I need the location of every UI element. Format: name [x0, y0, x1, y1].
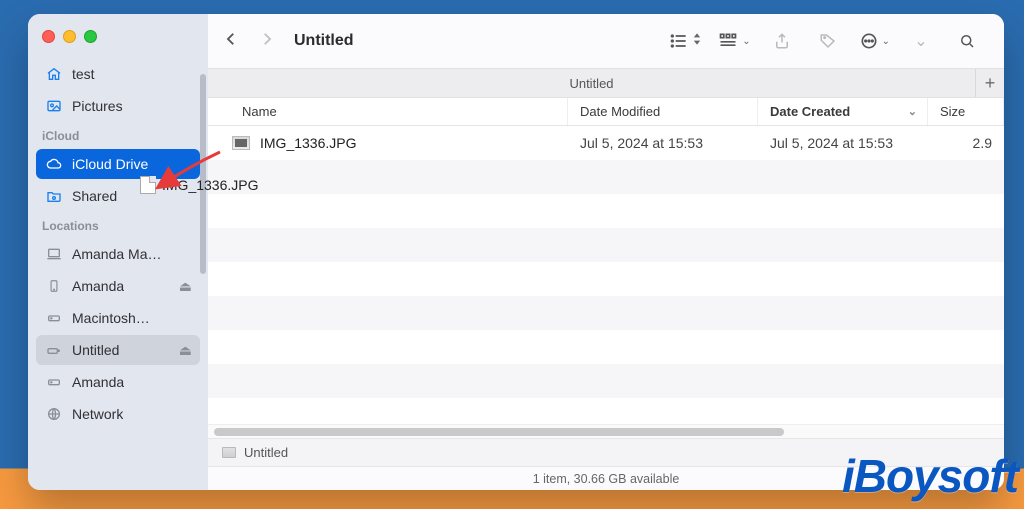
forward-button[interactable]	[258, 28, 276, 54]
sidebar-item-macintosh[interactable]: Macintosh…	[36, 303, 200, 333]
sidebar-item-label: Amanda	[72, 374, 124, 390]
back-button[interactable]	[222, 28, 240, 54]
file-date-created: Jul 5, 2024 at 15:53	[758, 135, 928, 151]
status-text: 1 item, 30.66 GB available	[533, 472, 680, 486]
sidebar-section-locations: Locations	[28, 213, 208, 237]
sidebar-item-icloud-drive[interactable]: iCloud Drive	[36, 149, 200, 179]
sidebar-item-label: Untitled	[72, 342, 119, 358]
nav-arrows	[222, 28, 276, 54]
column-label: Size	[940, 104, 965, 119]
column-label: Date Created	[770, 104, 850, 119]
shared-folder-icon	[44, 188, 64, 204]
group-by-button[interactable]: ⌄	[717, 31, 750, 51]
empty-row	[208, 296, 1004, 330]
empty-row	[208, 160, 1004, 194]
sidebar-item-label: iCloud Drive	[72, 156, 148, 172]
house-icon	[44, 66, 64, 82]
eject-icon[interactable]: ⏏	[179, 342, 192, 359]
column-date-modified[interactable]: Date Modified	[568, 98, 758, 125]
file-date-modified: Jul 5, 2024 at 15:53	[568, 135, 758, 151]
chevron-down-icon: ⌄	[882, 36, 890, 47]
sidebar: test Pictures iCloud iCloud Drive Shared…	[28, 14, 208, 490]
phone-icon	[44, 278, 64, 294]
sidebar-item-amanda-phone[interactable]: Amanda ⏏	[36, 271, 200, 301]
drive-icon	[222, 447, 236, 458]
tags-button[interactable]	[811, 28, 845, 54]
sidebar-section-icloud: iCloud	[28, 123, 208, 147]
sidebar-scrollbar[interactable]	[200, 74, 206, 274]
scrollbar-thumb[interactable]	[214, 428, 784, 436]
sidebar-item-shared[interactable]: Shared	[36, 181, 200, 211]
sidebar-item-amanda-disk[interactable]: Amanda	[36, 367, 200, 397]
window-controls	[28, 26, 208, 57]
column-size[interactable]: Size	[928, 98, 1004, 125]
column-label: Date Modified	[580, 104, 660, 119]
disk-icon	[44, 310, 64, 326]
sidebar-item-label: Network	[72, 406, 123, 422]
column-date-created[interactable]: Date Created ⌄	[758, 98, 928, 125]
updown-caret-icon	[693, 32, 701, 50]
column-label: Name	[242, 104, 277, 119]
sidebar-item-label: Macintosh…	[72, 310, 150, 326]
horizontal-scrollbar[interactable]	[208, 424, 1004, 438]
path-label: Untitled	[244, 445, 288, 460]
eject-icon[interactable]: ⏏	[179, 278, 192, 295]
tab-untitled[interactable]: Untitled	[208, 69, 976, 97]
sidebar-item-amanda-mac[interactable]: Amanda Ma…	[36, 239, 200, 269]
column-name[interactable]: Name	[208, 98, 568, 125]
file-name: IMG_1336.JPG	[260, 135, 357, 151]
file-list: IMG_1336.JPG Jul 5, 2024 at 15:53 Jul 5,…	[208, 126, 1004, 424]
disk-icon	[44, 374, 64, 390]
fullscreen-window-button[interactable]	[84, 30, 97, 43]
share-button[interactable]	[765, 28, 799, 54]
laptop-icon	[44, 246, 64, 262]
sidebar-item-label: Amanda	[72, 278, 124, 294]
minimize-window-button[interactable]	[63, 30, 76, 43]
search-button[interactable]	[950, 28, 984, 54]
column-header: Name Date Modified Date Created ⌄ Size	[208, 98, 1004, 126]
close-window-button[interactable]	[42, 30, 55, 43]
file-row[interactable]: IMG_1336.JPG Jul 5, 2024 at 15:53 Jul 5,…	[208, 126, 1004, 160]
overflow-chevron-button[interactable]: ⌄	[904, 28, 938, 54]
sidebar-item-label: Pictures	[72, 98, 123, 114]
sidebar-item-test[interactable]: test	[36, 59, 200, 89]
more-actions-button[interactable]: ⌄	[859, 31, 890, 51]
tab-label: Untitled	[569, 76, 613, 91]
window-title: Untitled	[294, 32, 354, 50]
globe-icon	[44, 406, 64, 422]
view-list-button[interactable]	[669, 31, 701, 51]
empty-row	[208, 228, 1004, 262]
sidebar-item-label: Shared	[72, 188, 117, 204]
empty-row	[208, 330, 1004, 364]
sidebar-item-label: test	[72, 66, 95, 82]
empty-row	[208, 262, 1004, 296]
sidebar-item-untitled[interactable]: Untitled ⏏	[36, 335, 200, 365]
cloud-icon	[44, 156, 64, 172]
empty-row	[208, 364, 1004, 398]
chevron-down-icon: ⌄	[908, 105, 917, 118]
file-size: 2.9	[928, 135, 1004, 151]
empty-row	[208, 194, 1004, 228]
chevron-down-icon: ⌄	[742, 36, 750, 47]
new-tab-button[interactable]: +	[976, 69, 1004, 97]
main-pane: Untitled ⌄ ⌄ ⌄	[208, 14, 1004, 490]
sidebar-item-network[interactable]: Network	[36, 399, 200, 429]
finder-window: test Pictures iCloud iCloud Drive Shared…	[28, 14, 1004, 490]
external-disk-icon	[44, 342, 64, 358]
jpeg-file-icon	[232, 136, 250, 150]
file-name-cell: IMG_1336.JPG	[208, 135, 568, 151]
sidebar-item-pictures[interactable]: Pictures	[36, 91, 200, 121]
path-bar[interactable]: Untitled	[208, 438, 1004, 466]
status-bar: 1 item, 30.66 GB available	[208, 466, 1004, 490]
toolbar: Untitled ⌄ ⌄ ⌄	[208, 14, 1004, 68]
sidebar-item-label: Amanda Ma…	[72, 246, 161, 262]
tab-bar: Untitled +	[208, 68, 1004, 98]
pictures-icon	[44, 98, 64, 114]
